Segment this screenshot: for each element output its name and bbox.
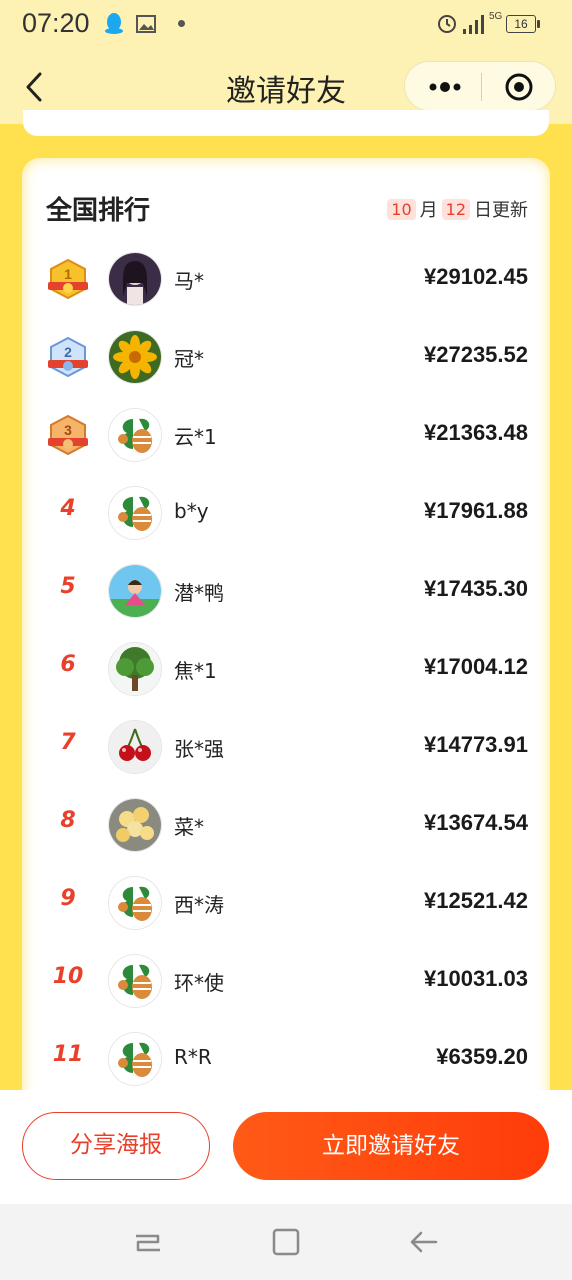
user-name: 张*强 [174, 737, 224, 761]
bottom-action-bar: 分享海报 立即邀请好友 [0, 1090, 572, 1204]
ranking-row: 3 云*1 ¥21363.48 [22, 396, 550, 474]
share-poster-button[interactable]: 分享海报 [22, 1112, 210, 1180]
avatar [108, 252, 162, 306]
avatar [108, 1032, 162, 1086]
reward-amount: ¥21363.48 [424, 420, 528, 445]
signal-icon [463, 15, 484, 34]
user-name: 菜* [174, 815, 204, 839]
status-time: 07:20 [22, 8, 90, 38]
avatar [108, 876, 162, 930]
image-icon [136, 15, 156, 33]
rank-number: 7 [60, 730, 76, 755]
avatar [108, 642, 162, 696]
invite-friends-button[interactable]: 立即邀请好友 [233, 1112, 549, 1180]
ranking-row: 6 焦*1 ¥17004.12 [22, 630, 550, 708]
rank-number: 6 [60, 652, 76, 677]
day-suffix: 日更新 [474, 200, 528, 221]
update-day: 12 [441, 198, 470, 220]
ranking-row: 2 冠* ¥27235.52 [22, 318, 550, 396]
svg-text:3: 3 [64, 422, 72, 438]
avatar [108, 486, 162, 540]
miniprogram-capsule [404, 61, 556, 111]
month-unit: 月 [419, 200, 438, 221]
bronze-medal-icon: 3 [48, 414, 88, 456]
reward-amount: ¥10031.03 [424, 966, 528, 991]
battery-icon: 16 [506, 15, 540, 33]
reward-amount: ¥14773.91 [424, 732, 528, 757]
svg-text:1: 1 [64, 266, 72, 282]
home-icon[interactable] [270, 1226, 302, 1258]
update-month: 10 [387, 198, 416, 220]
ranking-card: 全国排行 10 月 12 日更新 1 马* ¥29102.45 2 冠* ¥27 [22, 158, 550, 1158]
user-name: 环*使 [174, 971, 224, 995]
previous-card [23, 110, 549, 136]
system-nav-bar [0, 1204, 572, 1280]
more-icon[interactable] [425, 73, 465, 101]
back-icon[interactable] [408, 1226, 440, 1258]
ranking-row: 5 潜*鸭 ¥17435.30 [22, 552, 550, 630]
reward-amount: ¥12521.42 [424, 888, 528, 913]
reward-amount: ¥17004.12 [424, 654, 528, 679]
avatar [108, 720, 162, 774]
user-name: 西*涛 [174, 893, 224, 917]
ranking-row: 11 R*R ¥6359.20 [22, 1020, 550, 1098]
rank-number: 8 [60, 808, 76, 833]
rank-number: 4 [60, 496, 76, 521]
ranking-title: 全国排行 [46, 196, 151, 226]
reward-amount: ¥13674.54 [424, 810, 528, 835]
status-bar: 07:20 5G 16 [0, 0, 572, 50]
avatar [108, 408, 162, 462]
avatar [108, 330, 162, 384]
notification-dot-icon [178, 20, 185, 27]
ranking-row: 4 b*y ¥17961.88 [22, 474, 550, 552]
reward-amount: ¥6359.20 [436, 1044, 528, 1069]
rank-number: 9 [60, 886, 76, 911]
rank-number: 10 [52, 964, 84, 989]
gold-medal-icon: 1 [48, 258, 88, 300]
ranking-row: 7 张*强 ¥14773.91 [22, 708, 550, 786]
network-type: 5G [489, 11, 503, 22]
qq-icon [105, 13, 123, 34]
user-name: b*y [174, 499, 209, 523]
user-name: 马* [174, 269, 204, 293]
user-name: 云*1 [174, 425, 217, 449]
silver-medal-icon: 2 [48, 336, 88, 378]
close-target-icon[interactable] [503, 71, 535, 103]
rank-number: 5 [60, 574, 76, 599]
alarm-icon [438, 15, 456, 33]
ranking-row: 10 环*使 ¥10031.03 [22, 942, 550, 1020]
recent-apps-icon[interactable] [132, 1226, 164, 1258]
svg-text:2: 2 [64, 344, 72, 360]
reward-amount: ¥27235.52 [424, 342, 528, 367]
avatar [108, 564, 162, 618]
user-name: 焦*1 [174, 659, 217, 683]
reward-amount: ¥17435.30 [424, 576, 528, 601]
ranking-row: 1 马* ¥29102.45 [22, 240, 550, 318]
rank-number: 11 [52, 1042, 84, 1067]
ranking-row: 9 西*涛 ¥12521.42 [22, 864, 550, 942]
user-name: 潜*鸭 [174, 581, 224, 605]
avatar [108, 798, 162, 852]
reward-amount: ¥17961.88 [424, 498, 528, 523]
reward-amount: ¥29102.45 [424, 264, 528, 289]
update-date: 10 月 12 日更新 [383, 196, 528, 222]
avatar [108, 954, 162, 1008]
capsule-divider [481, 73, 482, 101]
user-name: R*R [174, 1045, 212, 1069]
user-name: 冠* [174, 347, 204, 371]
ranking-row: 8 菜* ¥13674.54 [22, 786, 550, 864]
